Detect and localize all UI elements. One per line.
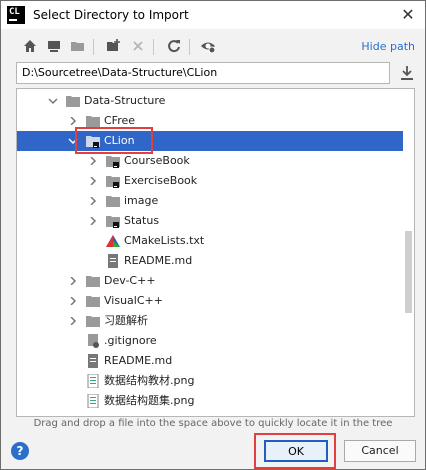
project-folder-icon [105, 174, 121, 188]
ok-button[interactable]: OK [264, 440, 328, 462]
title-bar: CL Select Directory to Import ✕ [1, 1, 425, 29]
clion-highlight-box [75, 127, 153, 154]
chevron-right-icon[interactable] [87, 211, 99, 231]
tree-item-label: README.md [124, 254, 193, 267]
tree-item[interactable]: ExerciseBook [17, 171, 403, 191]
show-hidden-button[interactable] [199, 37, 217, 55]
tree-item-label: ExerciseBook [124, 174, 198, 187]
show-hidden-icon [201, 42, 216, 54]
tree-item[interactable]: 数据结构题集.png [17, 391, 403, 411]
tree-item[interactable]: Dev-C++ [17, 271, 403, 291]
tree-item[interactable]: README.md [17, 351, 403, 371]
scrollbar-thumb[interactable] [405, 231, 412, 313]
tree-item-label: 数据结构题集.png [104, 394, 195, 407]
drag-drop-hint: Drag and drop a file into the space abov… [33, 418, 393, 429]
folder-icon [105, 194, 121, 208]
delete-button[interactable] [129, 37, 147, 55]
chevron-right-icon[interactable] [67, 311, 79, 331]
folder-icon [85, 114, 101, 128]
image-file-icon [85, 373, 101, 389]
tree-item-label: .gitignore [104, 334, 157, 347]
tree-item[interactable]: Data-Structure [17, 91, 403, 111]
delete-icon [133, 41, 143, 51]
tree-item[interactable]: VisualC++ [17, 291, 403, 311]
chevron-right-icon[interactable] [87, 171, 99, 191]
chevron-right-icon[interactable] [67, 291, 79, 311]
import-dialog: CL Select Directory to Import ✕ Hide pat… [0, 0, 426, 470]
home-button[interactable] [21, 37, 39, 55]
folder-icon [65, 94, 81, 108]
clion-logo-icon: CL [7, 6, 25, 24]
cancel-button[interactable]: Cancel [344, 440, 416, 462]
chevron-right-icon[interactable] [67, 271, 79, 291]
tree-item[interactable]: CourseBook [17, 151, 403, 171]
path-input[interactable]: D:\Sourcetree\Data-Structure\CLion [16, 62, 390, 84]
folder-icon [85, 294, 101, 308]
image-file-icon [85, 393, 101, 409]
markdown-file-icon [105, 254, 121, 268]
directory-tree[interactable]: Data-Structure CFree CLion CourseBook Exerci… [16, 88, 415, 417]
tree-item-label: CMakeLists.txt [124, 234, 205, 247]
refresh-button[interactable] [165, 37, 183, 55]
cmake-icon [105, 234, 121, 248]
tree-item-label: README.md [104, 354, 173, 367]
tree-item-label: Data-Structure [84, 94, 166, 107]
folder-icon [85, 274, 101, 288]
dialog-footer: ? OK Cancel [1, 433, 425, 469]
tree-item[interactable]: Status [17, 211, 403, 231]
download-icon [401, 66, 413, 80]
toolbar-separator [189, 39, 190, 55]
close-button[interactable]: ✕ [397, 4, 419, 26]
tree-item[interactable]: 习题解析 [17, 311, 403, 331]
tree-scrollbar[interactable] [404, 89, 414, 416]
folder-icon [85, 314, 101, 328]
toolbar-separator [153, 39, 154, 55]
tree-item[interactable]: CMakeLists.txt [17, 231, 403, 251]
tree-item-label: Status [124, 214, 160, 227]
desktop-icon [48, 41, 60, 52]
new-folder-icon [107, 39, 120, 51]
tree-item[interactable]: .gitignore [17, 331, 403, 351]
new-folder-button[interactable] [105, 37, 123, 55]
home-icon [24, 40, 36, 52]
desktop-button[interactable] [45, 37, 63, 55]
tree-item[interactable]: image [17, 191, 403, 211]
markdown-file-icon [85, 354, 101, 368]
tree-item-label: Dev-C++ [104, 274, 156, 287]
download-button[interactable] [398, 63, 416, 83]
tree-item-label: 数据结构教材.png [104, 374, 195, 387]
tree-item-label: 习题解析 [104, 314, 148, 327]
tree-item-label: image [124, 194, 159, 207]
tree-item[interactable]: README.md [17, 251, 403, 271]
project-folder-icon [105, 214, 121, 228]
chevron-right-icon[interactable] [87, 151, 99, 171]
dialog-title: Select Directory to Import [33, 8, 189, 22]
hide-path-link[interactable]: Hide path [361, 40, 415, 53]
tree-item-label: VisualC++ [104, 294, 163, 307]
project-folder-icon [71, 42, 84, 51]
chevron-down-icon[interactable] [47, 91, 59, 111]
tree-item[interactable]: 数据结构教材.png [17, 371, 403, 391]
help-button[interactable]: ? [11, 442, 29, 460]
refresh-icon [168, 40, 180, 53]
toolbar-separator [93, 39, 94, 55]
chevron-right-icon[interactable] [87, 191, 99, 211]
gitignore-file-icon [85, 334, 101, 348]
toolbar: Hide path [1, 31, 425, 61]
project-directory-button[interactable] [69, 37, 87, 55]
tree-item-label: CourseBook [124, 154, 190, 167]
project-folder-icon [105, 154, 121, 168]
